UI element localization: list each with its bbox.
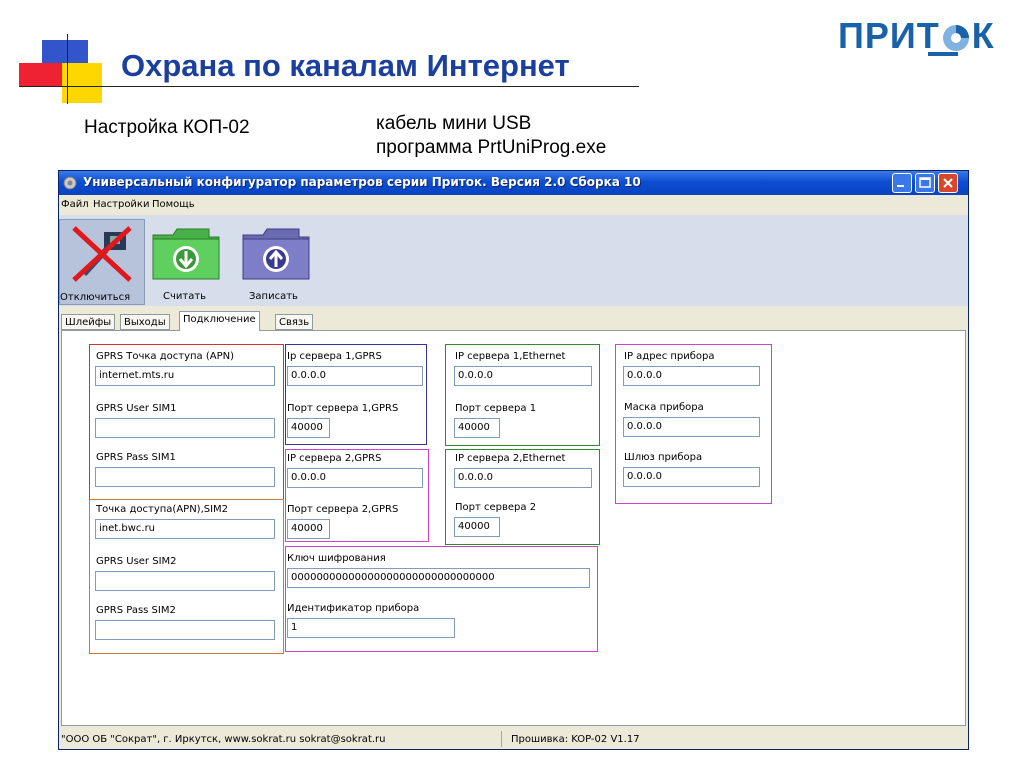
eth-server2-group: IP сервера 2,Ethernet 0.0.0.0 Порт серве… (445, 449, 600, 545)
logo-text-end: К (971, 15, 995, 56)
menu-bar: Файл Настройки Помощь (59, 195, 968, 214)
tab-strip: Шлейфы Выходы Подключение Связь (59, 311, 968, 331)
menu-settings[interactable]: Настройки (93, 199, 149, 210)
disconnect-label: Отключиться (60, 292, 131, 303)
tab-link[interactable]: Связь (275, 314, 314, 330)
tab-connection[interactable]: Подключение (179, 311, 260, 331)
ip2-gprs-label: IP сервера 2,GPRS (287, 453, 382, 464)
folder-upload-icon (242, 228, 310, 280)
key-id-group: Ключ шифрования 000000000000000000000000… (285, 546, 598, 652)
port1-gprs-label: Порт сервера 1,GPRS (287, 403, 399, 414)
device-ip-field[interactable]: 0.0.0.0 (623, 366, 760, 386)
gprs-server1-group: Ip сервера 1,GPRS 0.0.0.0 Порт сервера 1… (285, 344, 427, 445)
ip1-gprs-field[interactable]: 0.0.0.0 (287, 366, 423, 386)
toolbar: Отключиться Считать Записать (59, 215, 968, 306)
pritok-logo: ПРИТ К (838, 16, 995, 56)
ip1-eth-field[interactable]: 0.0.0.0 (454, 366, 592, 386)
ip2-eth-label: IP сервера 2,Ethernet (455, 453, 566, 464)
window-titlebar[interactable]: Универсальный конфигуратор параметров се… (59, 171, 968, 195)
read-label: Считать (163, 291, 207, 302)
port2-label: Порт сервера 2 (455, 502, 537, 513)
ip2-gprs-field[interactable]: 0.0.0.0 (287, 468, 423, 488)
mask-field[interactable]: 0.0.0.0 (623, 417, 760, 437)
close-button[interactable] (938, 173, 958, 193)
port1-field[interactable]: 40000 (454, 418, 500, 438)
close-icon (943, 178, 953, 188)
menu-help[interactable]: Помощь (152, 199, 195, 210)
ip2-eth-field[interactable]: 0.0.0.0 (454, 468, 592, 488)
write-label: Записать (249, 291, 298, 302)
ip1-eth-label: IP сервера 1,Ethernet (455, 351, 566, 362)
slide-title: Охрана по каналам Интернет (121, 48, 570, 83)
maximize-icon (919, 177, 931, 188)
pass1-label: GPRS Pass SIM1 (96, 452, 176, 463)
gprs-server2-group: IP сервера 2,GPRS 0.0.0.0 Порт сервера 2… (285, 449, 429, 542)
ip1-gprs-label: Ip сервера 1,GPRS (287, 351, 382, 362)
user1-label: GPRS User SIM1 (96, 403, 177, 414)
port1-label: Порт сервера 1 (455, 403, 537, 414)
connection-panel: GPRS Точка доступа (APN) internet.mts.ru… (61, 330, 966, 726)
setup-caption: Настройка КОП-02 (84, 117, 250, 138)
apn1-field[interactable]: internet.mts.ru (95, 366, 275, 386)
apn1-label: GPRS Точка доступа (APN) (96, 351, 235, 362)
port2-gprs-label: Порт сервера 2,GPRS (287, 504, 399, 515)
apn2-label: Точка доступа(APN),SIM2 (96, 504, 229, 515)
pass2-field[interactable] (95, 620, 275, 640)
decor-vertical-line (67, 34, 68, 104)
logo-text: ПРИТ (838, 15, 940, 56)
key-field[interactable]: 00000000000000000000000000000000 (287, 568, 590, 588)
user1-field[interactable] (95, 418, 275, 438)
maximize-button[interactable] (915, 173, 935, 193)
gateway-label: Шлюз прибора (624, 452, 703, 463)
status-firmware: Прошивка: KOP-02 V1.17 (511, 734, 640, 745)
logo-o-icon (942, 25, 969, 51)
pass1-field[interactable] (95, 467, 275, 487)
minimize-icon (897, 185, 904, 187)
minimize-button[interactable] (892, 173, 912, 193)
tab-loops[interactable]: Шлейфы (61, 314, 116, 330)
tab-outputs[interactable]: Выходы (120, 314, 170, 330)
requirements-caption: кабель мини USB программа PrtUniProg.exe (376, 112, 606, 160)
decor-red-bar (19, 63, 65, 87)
device-ip-label: IP адрес прибора (624, 351, 715, 362)
program-line: программа PrtUniProg.exe (376, 137, 607, 158)
eth-server1-group: IP сервера 1,Ethernet 0.0.0.0 Порт серве… (445, 344, 600, 446)
read-button[interactable]: Считать (149, 219, 220, 305)
sim1-group: GPRS Точка доступа (APN) internet.mts.ru… (89, 344, 284, 500)
cable-line: кабель мини USB (376, 113, 532, 134)
window-title: Универсальный конфигуратор параметров се… (83, 175, 641, 189)
user2-field[interactable] (95, 571, 275, 591)
folder-download-icon (152, 228, 220, 280)
device-network-group: IP адрес прибора 0.0.0.0 Маска прибора 0… (615, 344, 772, 504)
pass2-label: GPRS Pass SIM2 (96, 605, 176, 616)
sim2-group: Точка доступа(APN),SIM2 inet.bwc.ru GPRS… (89, 499, 284, 654)
port2-gprs-field[interactable]: 40000 (287, 519, 330, 539)
port1-gprs-field[interactable]: 40000 (287, 418, 330, 438)
port2-field[interactable]: 40000 (454, 517, 500, 537)
gateway-field[interactable]: 0.0.0.0 (623, 467, 760, 487)
app-window: Универсальный конфигуратор параметров се… (58, 170, 969, 750)
logo-underline (928, 52, 958, 56)
status-company: "ООО ОБ "Сократ", г. Иркутск, www.sokrat… (61, 734, 386, 745)
decor-yellow-square (62, 63, 102, 103)
status-separator (501, 731, 502, 747)
mask-label: Маска прибора (624, 402, 704, 413)
key-label: Ключ шифрования (287, 553, 386, 564)
disconnect-button[interactable]: Отключиться (59, 219, 145, 305)
write-button[interactable]: Записать (235, 219, 311, 305)
device-id-label: Идентификатор прибора (287, 603, 420, 614)
title-underline (19, 86, 639, 87)
disconnect-icon (72, 226, 132, 282)
user2-label: GPRS User SIM2 (96, 556, 177, 567)
status-bar: "ООО ОБ "Сократ", г. Иркутск, www.sokrat… (59, 729, 968, 749)
menu-file[interactable]: Файл (61, 199, 89, 210)
app-gear-icon (63, 176, 77, 190)
device-id-field[interactable]: 1 (287, 618, 455, 638)
apn2-field[interactable]: inet.bwc.ru (95, 519, 275, 539)
